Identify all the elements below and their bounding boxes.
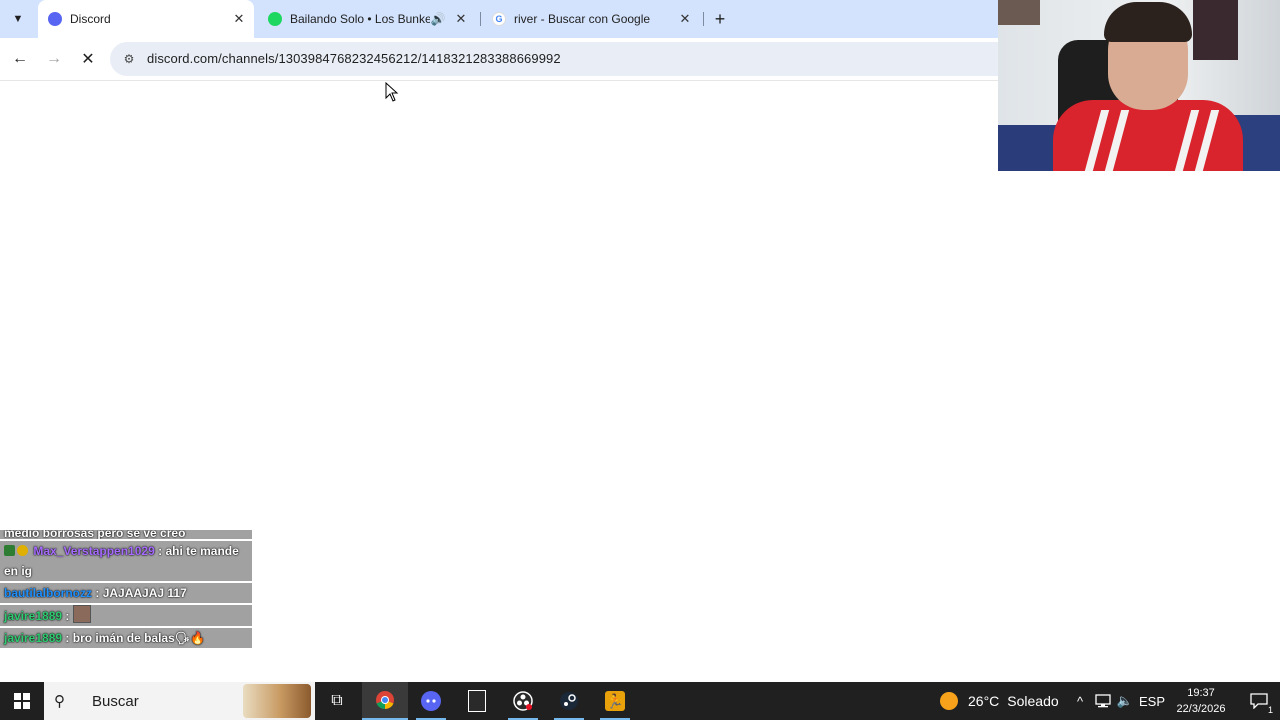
- chat-text: bro imán de balas🗣🔥: [72, 631, 205, 645]
- emote-icon: [72, 605, 91, 623]
- discord-favicon-icon: [48, 12, 62, 26]
- webcam-overlay: [998, 0, 1280, 171]
- notification-icon: [1250, 693, 1268, 709]
- arrow-right-icon: →: [46, 50, 62, 67]
- tab-spotify[interactable]: Bailando Solo • Los Bunkers 🔊 ✕: [258, 0, 476, 38]
- taskbar-chrome[interactable]: [362, 682, 408, 720]
- language-label: ESP: [1138, 693, 1165, 709]
- arrow-left-icon: ←: [12, 50, 28, 67]
- poster-image: [1193, 0, 1238, 60]
- chat-message: medio borrosas pero se ve creo: [0, 530, 252, 541]
- streamer-hair: [1104, 2, 1192, 42]
- show-hidden-icons-button[interactable]: ^: [1070, 682, 1090, 720]
- close-icon[interactable]: ✕: [452, 11, 470, 27]
- chat-username: bautilalbornozz: [4, 586, 92, 600]
- chat-separator: :: [95, 586, 100, 600]
- network-button[interactable]: [1092, 682, 1114, 720]
- epic-games-icon: [468, 690, 486, 712]
- poster-image: [998, 0, 1040, 25]
- tab-separator: [480, 12, 481, 26]
- start-button[interactable]: [0, 682, 44, 720]
- chat-separator: :: [65, 631, 70, 645]
- weather-condition: Soleado: [1007, 693, 1059, 709]
- language-indicator[interactable]: ESP: [1138, 682, 1166, 720]
- clock-date: 22/3/2026: [1176, 703, 1226, 715]
- new-tab-button[interactable]: +: [708, 7, 732, 31]
- chat-separator: :: [65, 609, 70, 623]
- taskbar-obs[interactable]: [500, 682, 546, 720]
- chat-message: javire1889 : bro imán de balas🗣🔥: [0, 628, 252, 650]
- task-view-icon: ⧉: [331, 692, 343, 709]
- taskbar-epic-games[interactable]: [454, 682, 500, 720]
- search-highlight-image: [243, 684, 311, 718]
- chrome-icon: [376, 691, 394, 710]
- chat-separator: :: [158, 544, 163, 558]
- chat-message: javire1889 :: [0, 605, 252, 628]
- weather-temp: 26°C: [968, 693, 1000, 709]
- chevron-up-icon: ^: [1076, 693, 1084, 709]
- speaker-icon[interactable]: 🔊: [430, 12, 446, 26]
- close-icon[interactable]: ✕: [676, 11, 694, 27]
- windows-logo-icon: [14, 693, 30, 709]
- badge-icon: [17, 545, 28, 556]
- taskbar-steam[interactable]: [546, 682, 592, 720]
- chat-text: JAJAAJAJ 117: [102, 586, 187, 600]
- windows-taskbar: ⚲ Buscar ⧉ 🏃 26°C Soleado ^ 🔈 ESP 19:37 …: [0, 682, 1280, 720]
- speaker-icon: 🔈: [1116, 693, 1134, 708]
- stop-loading-button[interactable]: ✕: [76, 47, 100, 71]
- steam-icon: [560, 692, 578, 710]
- network-icon: [1095, 694, 1111, 708]
- search-icon: ⚲: [54, 693, 65, 710]
- stream-chat-overlay: medio borrosas pero se ve creo Max_Verst…: [0, 530, 252, 650]
- taskbar-search-box[interactable]: ⚲ Buscar: [44, 682, 315, 720]
- tab-title: Discord: [70, 12, 111, 26]
- back-button[interactable]: ←: [8, 47, 32, 71]
- tab-discord[interactable]: Discord ✕: [38, 0, 254, 38]
- chat-username: javire1889: [4, 609, 63, 623]
- search-placeholder: Buscar: [92, 692, 139, 710]
- chat-username: javire1889: [4, 631, 63, 645]
- taskbar-clock[interactable]: 19:37 22/3/2026: [1170, 685, 1232, 717]
- task-view-button[interactable]: ⧉: [314, 682, 360, 720]
- tab-title: Bailando Solo • Los Bunkers: [290, 12, 430, 26]
- chat-message: Max_Verstappen1029 : ahi te mande en ig: [0, 541, 252, 583]
- taskbar-counter-strike[interactable]: 🏃: [592, 682, 638, 720]
- spotify-favicon-icon: [268, 12, 282, 26]
- sun-icon: [940, 692, 958, 710]
- counter-strike-icon: 🏃: [605, 691, 625, 711]
- mouse-cursor-icon: [385, 82, 399, 102]
- discord-icon: [421, 691, 441, 711]
- chat-text: medio borrosas pero se ve creo: [4, 530, 186, 540]
- forward-button[interactable]: →: [42, 47, 66, 71]
- obs-icon: [513, 691, 533, 711]
- taskbar-discord[interactable]: [408, 682, 454, 720]
- tab-search-button[interactable]: ▼: [6, 7, 30, 31]
- url-text[interactable]: discord.com/channels/1303984768232456212…: [147, 51, 561, 66]
- weather-widget[interactable]: 26°C Soleado: [940, 682, 1059, 720]
- tab-title: river - Buscar con Google: [514, 12, 651, 26]
- chat-username: Max_Verstappen1029: [33, 544, 155, 558]
- close-icon: ✕: [81, 51, 95, 68]
- tab-google[interactable]: G river - Buscar con Google ✕: [482, 0, 700, 38]
- google-favicon-icon: G: [492, 12, 506, 26]
- tab-separator: [703, 12, 704, 26]
- close-icon[interactable]: ✕: [230, 11, 248, 27]
- site-info-icon[interactable]: ⚙: [120, 50, 138, 68]
- chat-message: bautilalbornozz : JAJAAJAJ 117: [0, 583, 252, 605]
- clock-time: 19:37: [1187, 687, 1215, 699]
- action-center-button[interactable]: 1: [1238, 682, 1280, 720]
- volume-button[interactable]: 🔈: [1114, 682, 1136, 720]
- notification-count: 1: [1266, 705, 1274, 715]
- badge-icon: [4, 545, 15, 556]
- chevron-down-icon: ▼: [12, 13, 24, 25]
